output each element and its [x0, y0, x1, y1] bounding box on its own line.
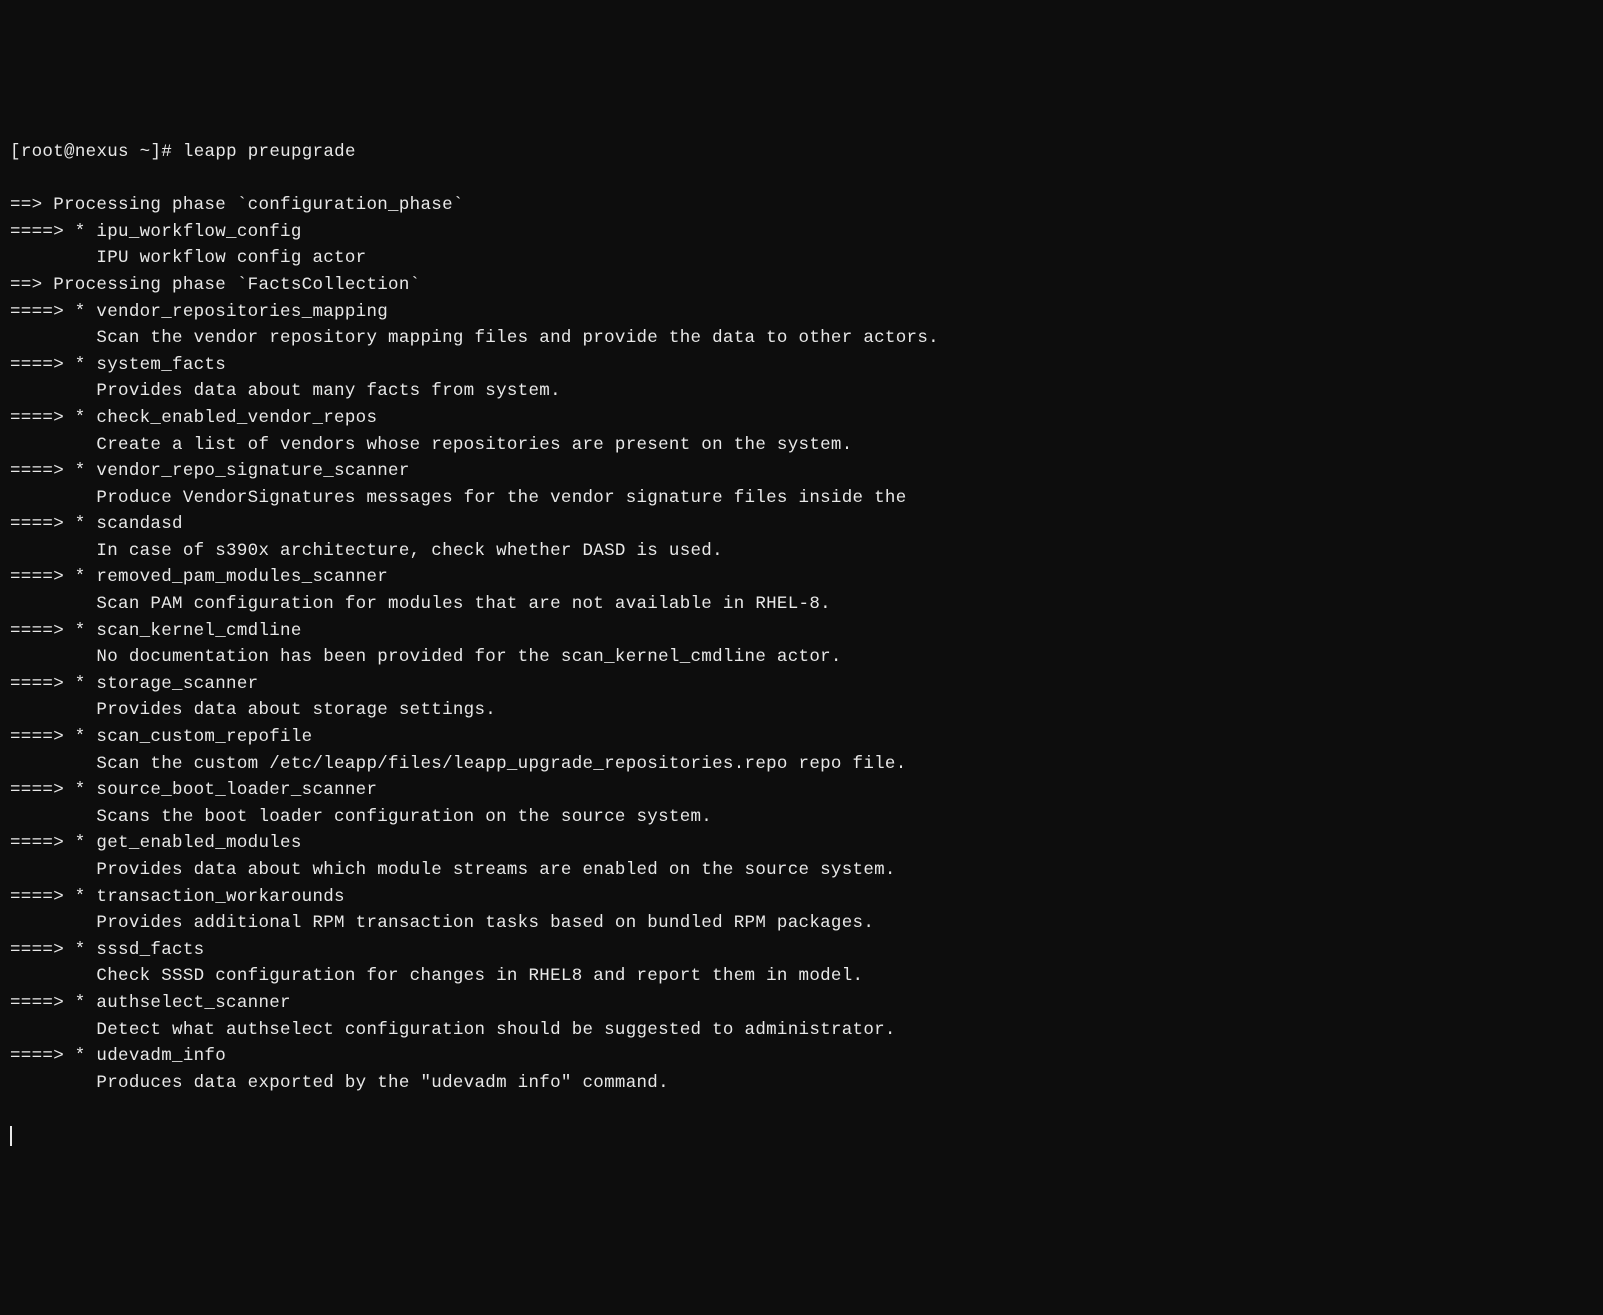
actor-line: ====> * scandasd: [10, 511, 1593, 538]
actor-description: Provides data about which module streams…: [10, 857, 1593, 884]
phase-line: ==> Processing phase `FactsCollection`: [10, 272, 1593, 299]
actor-line: ====> * check_enabled_vendor_repos: [10, 405, 1593, 432]
actor-description: Provides additional RPM transaction task…: [10, 910, 1593, 937]
actor-description: Check SSSD configuration for changes in …: [10, 963, 1593, 990]
actor-description: Provides data about many facts from syst…: [10, 378, 1593, 405]
actor-description: Detect what authselect configuration sho…: [10, 1017, 1593, 1044]
actor-description: Scan PAM configuration for modules that …: [10, 591, 1593, 618]
actor-line: ====> * system_facts: [10, 352, 1593, 379]
actor-line: ====> * authselect_scanner: [10, 990, 1593, 1017]
actor-description: Produce VendorSignatures messages for th…: [10, 485, 1593, 512]
actor-line: ====> * storage_scanner: [10, 671, 1593, 698]
prompt-path: ~: [140, 142, 151, 162]
actor-line: ====> * ipu_workflow_config: [10, 219, 1593, 246]
actor-description: Scan the custom /etc/leapp/files/leapp_u…: [10, 751, 1593, 778]
actor-description: Produces data exported by the "udevadm i…: [10, 1070, 1593, 1097]
actor-line: ====> * removed_pam_modules_scanner: [10, 564, 1593, 591]
actor-description: Scans the boot loader configuration on t…: [10, 804, 1593, 831]
actor-line: ====> * scan_custom_repofile: [10, 724, 1593, 751]
command-output: ==> Processing phase `configuration_phas…: [10, 192, 1593, 1096]
actor-line: ====> * vendor_repositories_mapping: [10, 299, 1593, 326]
actor-description: IPU workflow config actor: [10, 245, 1593, 272]
prompt-command: leapp preupgrade: [183, 142, 356, 162]
prompt-line[interactable]: [root@nexus ~]# leapp preupgrade: [10, 139, 1593, 166]
actor-line: ====> * udevadm_info: [10, 1043, 1593, 1070]
terminal-output: [root@nexus ~]# leapp preupgrade ==> Pro…: [10, 112, 1593, 1176]
actor-description: Provides data about storage settings.: [10, 697, 1593, 724]
cursor: [10, 1126, 12, 1146]
actor-line: ====> * transaction_workarounds: [10, 884, 1593, 911]
prompt-symbol: #: [161, 142, 172, 162]
phase-line: ==> Processing phase `configuration_phas…: [10, 192, 1593, 219]
cursor-line[interactable]: [10, 1123, 1593, 1150]
actor-line: ====> * get_enabled_modules: [10, 830, 1593, 857]
actor-line: ====> * vendor_repo_signature_scanner: [10, 458, 1593, 485]
prompt-host: nexus: [75, 142, 129, 162]
prompt-user: root: [21, 142, 64, 162]
actor-line: ====> * scan_kernel_cmdline: [10, 618, 1593, 645]
actor-line: ====> * source_boot_loader_scanner: [10, 777, 1593, 804]
actor-line: ====> * sssd_facts: [10, 937, 1593, 964]
actor-description: In case of s390x architecture, check whe…: [10, 538, 1593, 565]
actor-description: Create a list of vendors whose repositor…: [10, 432, 1593, 459]
actor-description: Scan the vendor repository mapping files…: [10, 325, 1593, 352]
actor-description: No documentation has been provided for t…: [10, 644, 1593, 671]
